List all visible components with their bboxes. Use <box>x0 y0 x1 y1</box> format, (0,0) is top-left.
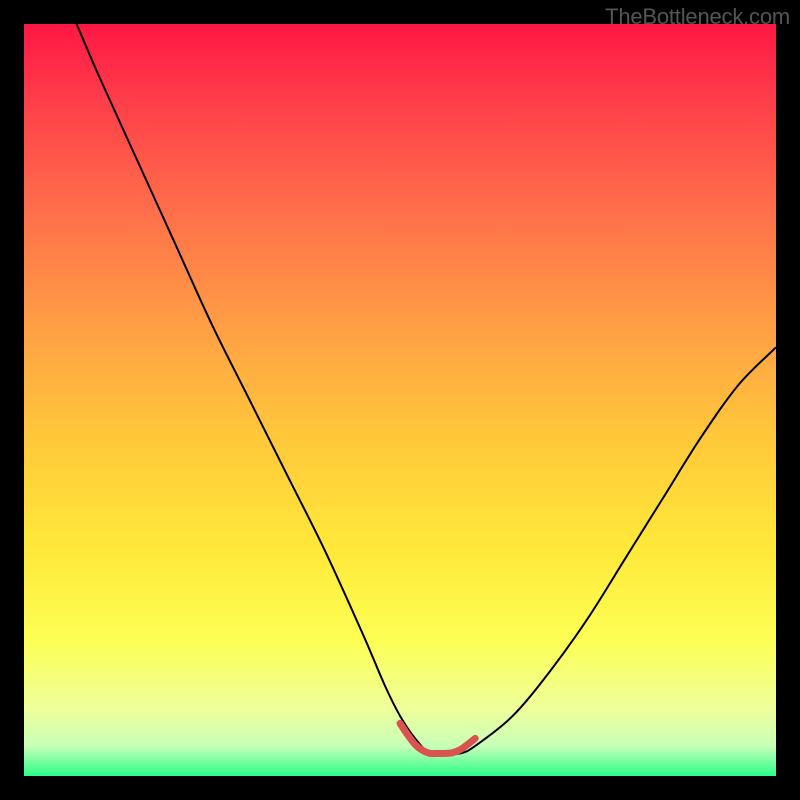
gradient-background <box>24 24 776 776</box>
plot-area <box>24 24 776 776</box>
chart-svg <box>24 24 776 776</box>
chart-container: TheBottleneck.com <box>0 0 800 800</box>
attribution-label: TheBottleneck.com <box>605 4 790 30</box>
